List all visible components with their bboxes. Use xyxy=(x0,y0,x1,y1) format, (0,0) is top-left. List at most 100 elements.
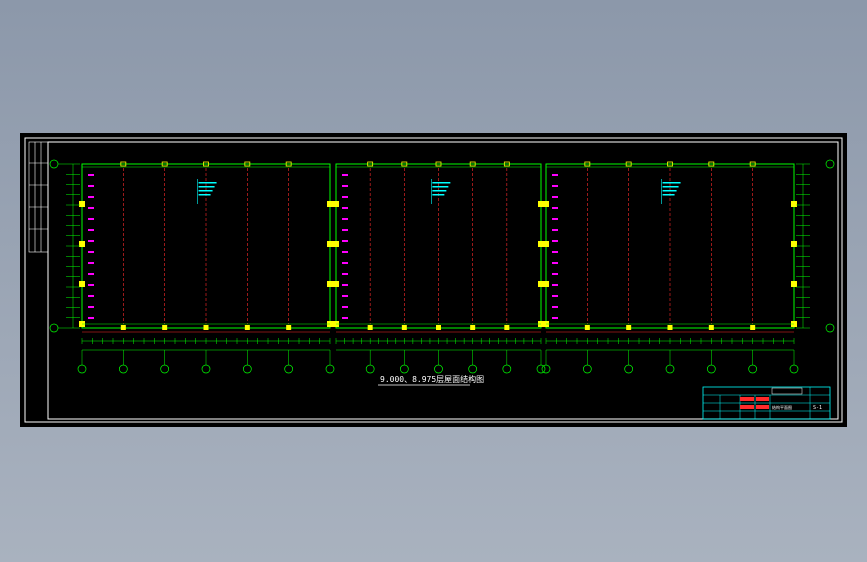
annotation-mark xyxy=(662,190,677,192)
end-column xyxy=(543,201,549,207)
annotation-mark xyxy=(432,190,447,192)
axis-bubble-5 xyxy=(242,364,252,374)
member-tag xyxy=(552,174,558,176)
axis-bubble-11 xyxy=(468,364,478,374)
member-tag xyxy=(342,306,348,308)
axis-bubble-9 xyxy=(399,364,409,374)
member-tag xyxy=(88,174,94,176)
column-marker xyxy=(120,325,126,330)
member-tag xyxy=(342,240,348,242)
member-tag xyxy=(88,196,94,198)
member-tag xyxy=(88,306,94,308)
member-tag xyxy=(342,196,348,198)
column-marker xyxy=(203,325,209,330)
member-tag xyxy=(342,273,348,275)
drawing-title: 9.000、8.975层屋面结构图 xyxy=(380,374,484,384)
end-column xyxy=(327,281,333,287)
end-column xyxy=(79,281,85,287)
title-block-project: 结构平面图 xyxy=(772,404,792,410)
end-column xyxy=(327,241,333,247)
member-tag xyxy=(342,262,348,264)
member-tag xyxy=(342,185,348,187)
member-tag xyxy=(88,262,94,264)
column-marker xyxy=(286,325,292,330)
axis-bubble-16 xyxy=(624,364,634,374)
member-tag xyxy=(552,218,558,220)
axis-bubble-right-b xyxy=(825,159,835,169)
axis-bubble-8 xyxy=(365,364,375,374)
column-marker xyxy=(626,325,632,330)
axis-bubble-right-a xyxy=(825,323,835,333)
member-tag xyxy=(342,284,348,286)
member-tag xyxy=(342,218,348,220)
end-column xyxy=(791,201,797,207)
axis-bubble-3 xyxy=(160,364,170,374)
column-marker xyxy=(584,325,590,330)
end-column xyxy=(333,201,339,207)
end-column xyxy=(543,281,549,287)
annotation-mark xyxy=(662,194,675,196)
member-tag xyxy=(88,218,94,220)
member-tag xyxy=(552,196,558,198)
member-tag xyxy=(342,174,348,176)
member-tag xyxy=(552,207,558,209)
axis-bubble-14 xyxy=(541,364,551,374)
member-tag xyxy=(552,317,558,319)
column-marker xyxy=(244,325,250,330)
column-marker xyxy=(667,325,673,330)
member-tag xyxy=(552,295,558,297)
column-marker xyxy=(750,325,756,330)
annotation-mark xyxy=(432,186,449,188)
member-tag xyxy=(552,240,558,242)
end-column xyxy=(333,241,339,247)
column-marker xyxy=(401,325,407,330)
end-column xyxy=(79,201,85,207)
axis-bubble-B xyxy=(49,159,59,169)
member-tag xyxy=(342,317,348,319)
axis-bubble-1 xyxy=(77,364,87,374)
annotation-mark xyxy=(198,186,215,188)
member-tag xyxy=(88,284,94,286)
axis-bubble-6 xyxy=(284,364,294,374)
member-tag xyxy=(342,207,348,209)
column-marker xyxy=(162,325,168,330)
annotation-mark xyxy=(198,182,217,184)
axis-bubble-13 xyxy=(536,364,546,374)
end-column xyxy=(333,281,339,287)
member-tag xyxy=(88,207,94,209)
annotation-mark xyxy=(662,186,679,188)
member-tag xyxy=(552,273,558,275)
end-column xyxy=(543,241,549,247)
plan-block-3 xyxy=(543,161,797,351)
annotation-mark xyxy=(198,190,213,192)
right-dimension xyxy=(796,163,810,329)
annotation-mark xyxy=(198,194,211,196)
axis-bubble-15 xyxy=(582,364,592,374)
member-tag xyxy=(552,185,558,187)
plan-block-1 xyxy=(79,161,333,351)
binding-strip xyxy=(28,141,49,253)
member-tag xyxy=(88,251,94,253)
member-tag xyxy=(342,229,348,231)
member-tag xyxy=(552,284,558,286)
member-tag xyxy=(342,251,348,253)
column-marker xyxy=(708,325,714,330)
axis-bubble-20 xyxy=(789,364,799,374)
member-tag xyxy=(88,229,94,231)
axis-bubble-A xyxy=(49,323,59,333)
member-tag xyxy=(552,251,558,253)
member-tag xyxy=(88,295,94,297)
member-tag xyxy=(88,240,94,242)
member-tag xyxy=(552,306,558,308)
axis-bubble-12 xyxy=(502,364,512,374)
member-tag xyxy=(342,295,348,297)
member-tag xyxy=(88,273,94,275)
cad-drawing: 9.000、8.975层屋面结构图 结构平面图 S-1 xyxy=(24,137,843,423)
axis-bubble-17 xyxy=(665,364,675,374)
axis-bubble-7 xyxy=(325,364,335,374)
plan-block-2 xyxy=(333,161,544,351)
member-tag xyxy=(88,317,94,319)
axis-bubble-4 xyxy=(201,364,211,374)
column-marker xyxy=(367,325,373,330)
member-tag xyxy=(88,185,94,187)
